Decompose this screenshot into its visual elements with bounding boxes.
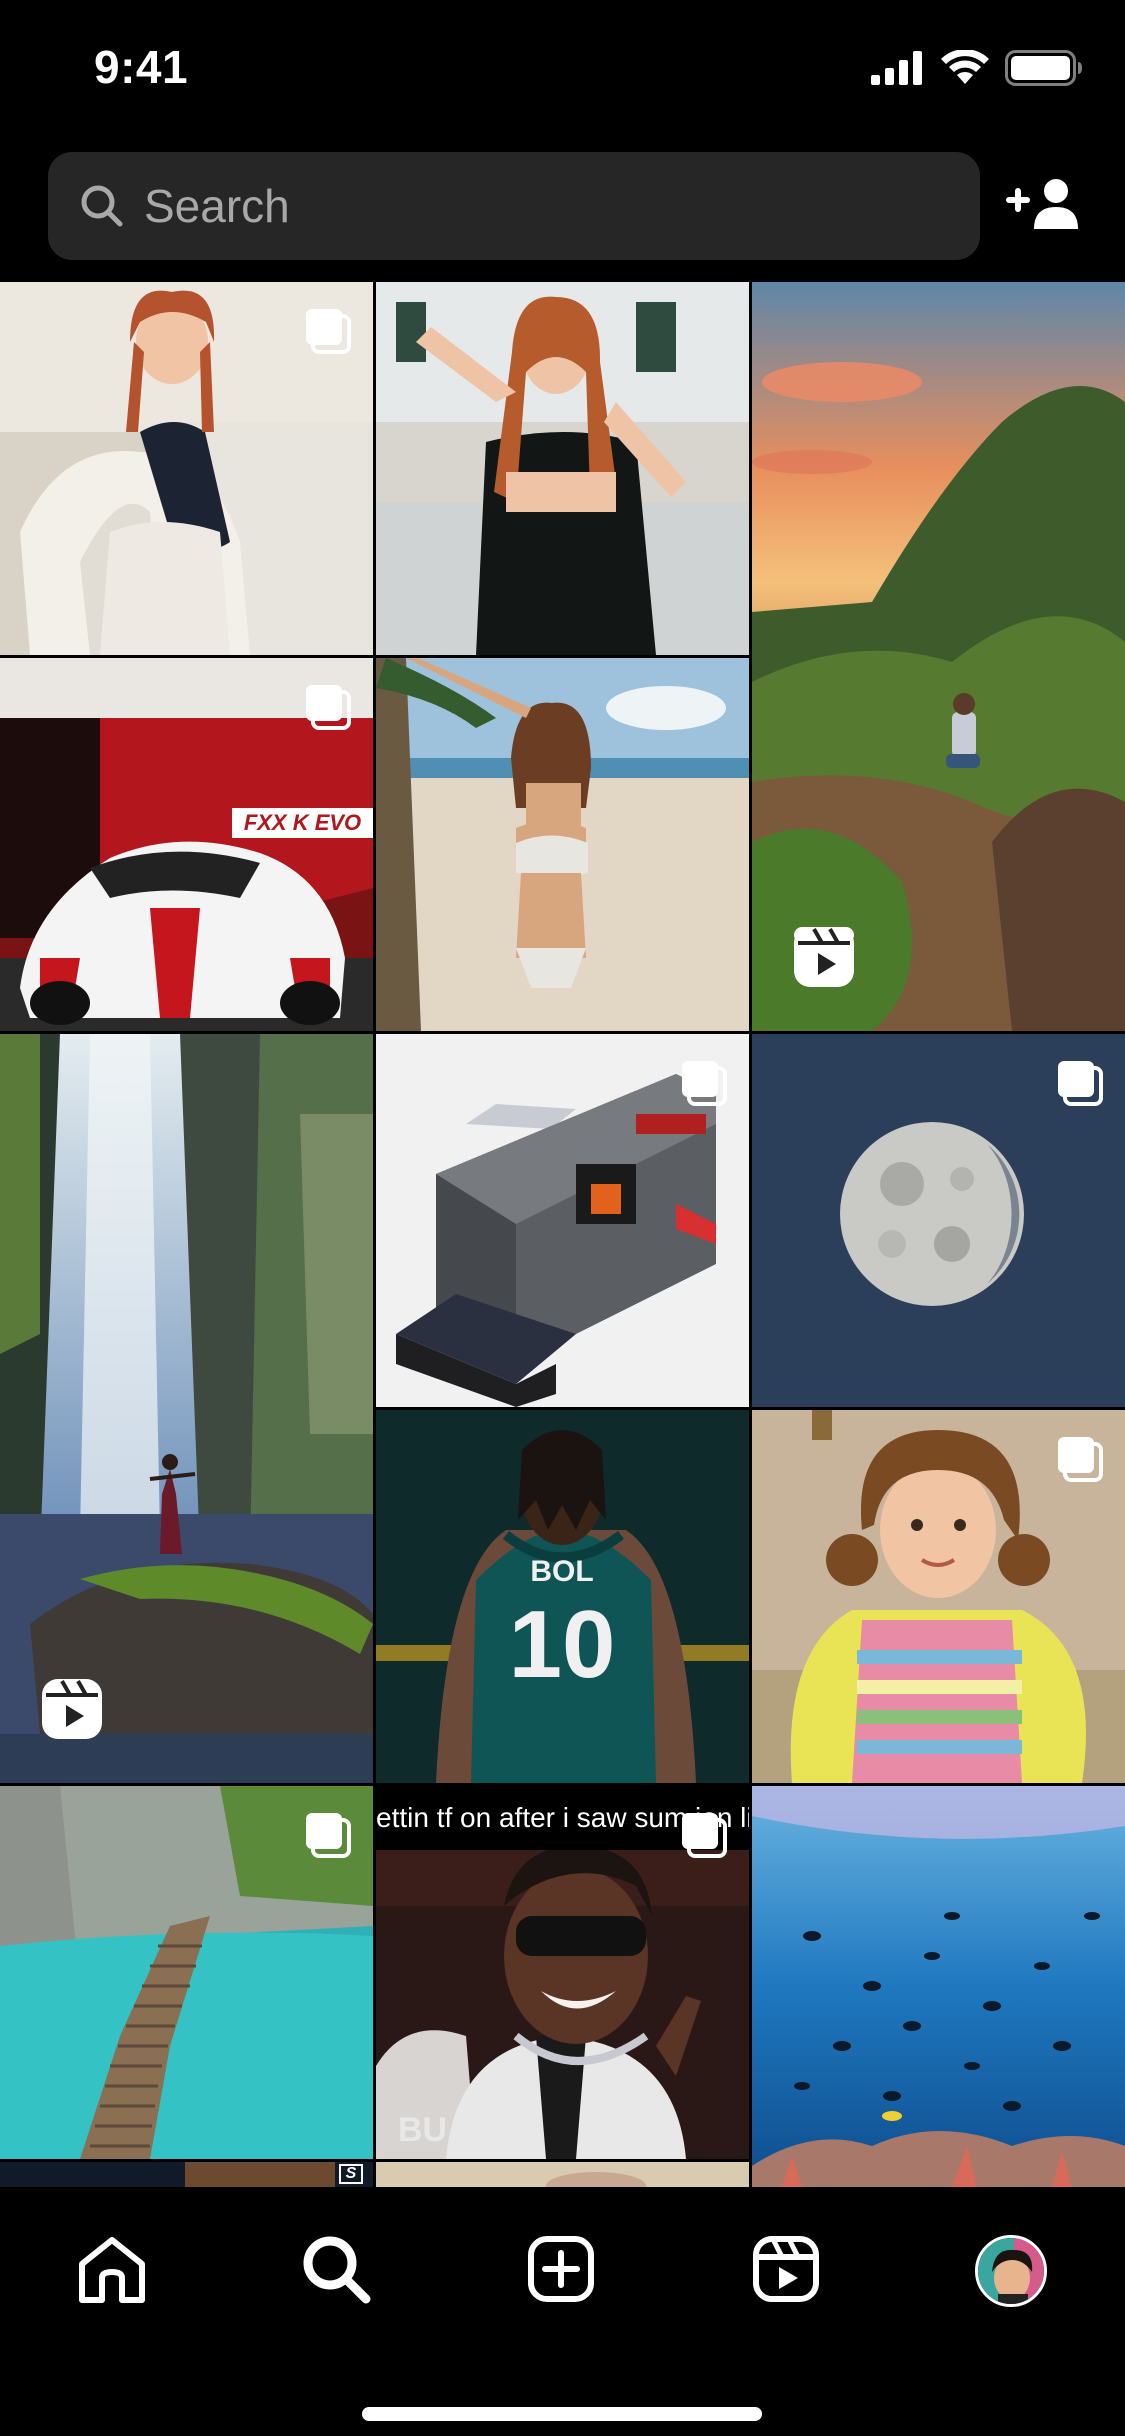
reels-icon xyxy=(38,1675,106,1743)
status-bar: 9:41 xyxy=(0,0,1125,140)
bottom-nav xyxy=(0,2187,1125,2436)
grid-tile[interactable] xyxy=(0,282,373,655)
search-input[interactable] xyxy=(144,152,944,260)
carousel-icon xyxy=(1055,1058,1105,1108)
search-bar[interactable] xyxy=(48,152,980,260)
nav-home[interactable] xyxy=(64,2223,160,2319)
grid-tile[interactable] xyxy=(752,1410,1125,1783)
search-icon xyxy=(300,2233,372,2310)
grid-tile[interactable] xyxy=(752,1034,1125,1407)
carousel-icon xyxy=(303,1810,353,1860)
home-indicator xyxy=(362,2407,762,2421)
jersey-name: BOL xyxy=(530,1555,594,1588)
wifi-icon xyxy=(941,49,989,91)
carousel-icon xyxy=(1055,1434,1105,1484)
home-icon xyxy=(76,2234,148,2309)
s-badge: S xyxy=(339,2164,363,2184)
grid-tile[interactable]: ettin tf on after i saw sum ion like BU xyxy=(376,1786,749,2159)
grid-tile[interactable] xyxy=(752,1786,1125,2187)
add-user-button[interactable] xyxy=(998,166,1088,246)
person-plus-icon xyxy=(1004,177,1082,236)
grid-tile[interactable]: FXX K EVO xyxy=(0,658,373,1031)
grid-tile[interactable] xyxy=(376,658,749,1031)
reels-icon xyxy=(790,923,858,991)
jersey-number: 10 xyxy=(508,1591,616,1698)
grid-tile[interactable] xyxy=(376,1034,749,1407)
grid-tile[interactable] xyxy=(376,282,749,655)
avatar xyxy=(975,2235,1047,2307)
nav-explore[interactable] xyxy=(288,2223,384,2319)
cellular-signal-icon xyxy=(871,51,925,90)
grid-tile[interactable]: BOL 10 xyxy=(376,1410,749,1783)
plus-square-icon xyxy=(527,2235,595,2308)
nav-create[interactable] xyxy=(513,2223,609,2319)
explore-grid: FXX K EVO BOL 10 ettin tf on after i saw… xyxy=(0,282,1125,2187)
reels-icon xyxy=(752,2235,820,2308)
nav-reels[interactable] xyxy=(738,2223,834,2319)
carousel-icon xyxy=(679,1810,729,1860)
status-time: 9:41 xyxy=(94,41,189,93)
carousel-icon xyxy=(303,682,353,732)
grid-tile[interactable] xyxy=(0,1034,373,1783)
nav-profile[interactable] xyxy=(963,2223,1059,2319)
grid-tile[interactable] xyxy=(0,1786,373,2159)
grid-tile[interactable] xyxy=(376,2162,749,2187)
grid-tile[interactable] xyxy=(752,282,1125,1031)
status-icons xyxy=(871,49,1083,91)
battery-icon xyxy=(1005,50,1083,91)
grid-tile[interactable]: S xyxy=(0,2162,373,2187)
photo-text: BU xyxy=(398,2111,448,2149)
search-icon xyxy=(78,182,126,230)
search-row xyxy=(0,152,1125,260)
carousel-icon xyxy=(303,306,353,356)
carousel-icon xyxy=(679,1058,729,1108)
